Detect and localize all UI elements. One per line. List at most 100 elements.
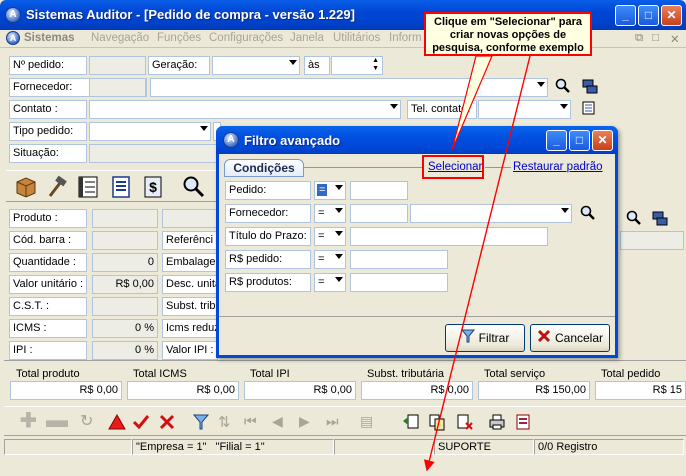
restaurar-padrao-link[interactable]: Restaurar padrão [513,161,603,173]
dollar-document-icon[interactable]: $ [141,175,165,199]
filter-value-valor-pedido[interactable] [350,250,448,269]
geracao-time-spinner[interactable]: ▲ ▼ [331,56,383,75]
valor-unitario-field[interactable]: R$ 0,00 [92,275,158,294]
last-record-icon[interactable]: ⏭ [326,413,344,431]
warning-up-icon[interactable] [108,413,126,431]
referencia-label: Referênci [162,231,218,250]
filter-fornecedor-search-icon[interactable] [580,205,596,224]
mdi-maximize-icon[interactable]: □ [652,32,659,44]
previous-record-icon[interactable]: ◀ [272,413,290,431]
copy-icon[interactable] [428,413,446,431]
filtro-avancado-dialog: A Filtro avançado _ □ ✕ Condições Seleci… [216,126,618,358]
quantidade-field[interactable]: 0 [92,253,158,272]
fornecedor-list-icon[interactable] [582,79,598,98]
cod-barra-field[interactable] [92,231,158,250]
dialog-maximize-button[interactable]: □ [569,130,590,151]
situacao-label: Situação: [9,144,87,163]
filter-operator-titulo-prazo-value: = [318,230,325,242]
filtrar-funnel-icon [460,326,475,352]
desc-unitario-label: Desc. unitá [162,275,218,294]
add-icon[interactable]: ✚ [20,411,38,431]
mdi-close-icon[interactable]: ✕ [670,32,680,46]
hammer-icon[interactable] [44,175,68,199]
situacao-field [89,144,217,163]
menu-janela[interactable]: Janela [290,32,324,44]
filter-operator-valor-pedido[interactable]: = [314,250,346,269]
filter-value-fornecedor-code[interactable] [350,204,408,223]
filter-operator-pedido[interactable]: = [314,181,346,200]
icms-label: ICMS : [9,319,87,338]
filter-value-valor-produtos[interactable] [350,273,448,292]
filter-value-pedido[interactable] [350,181,408,200]
dialog-close-button[interactable]: ✕ [592,130,613,151]
fornecedor-code-field[interactable] [89,78,146,97]
disabled-action-icon[interactable]: ▤ [360,413,378,431]
subst-trib-label: Subst. tribu [162,297,218,316]
remove-icon[interactable]: ▬ [46,409,68,431]
icms-field[interactable]: 0 % [92,319,158,338]
menu-funcoes[interactable]: Funções [157,32,201,44]
tab-condicoes[interactable]: Condições [224,159,304,177]
print-icon[interactable] [488,413,506,431]
filter-operator-pedido-value: = [317,184,328,196]
mdi-restore-icon[interactable]: ⧉ [635,32,643,45]
filtrar-button[interactable]: Filtrar [445,324,525,352]
dialog-title-bar: A Filtro avançado _ □ ✕ [216,126,618,154]
geracao-date-picker[interactable] [212,56,300,75]
produto-field[interactable] [92,209,158,228]
status-bar: "Empresa = 1" "Filial = 1" SUPORTE 0/0 R… [0,438,686,456]
package-icon[interactable] [14,175,38,199]
spinner-arrows-icon[interactable]: ▲ ▼ [372,57,379,73]
tipo-pedido-combo[interactable] [89,122,211,141]
filter-operator-valor-produtos[interactable]: = [314,273,346,292]
menu-navegacao[interactable]: Navegação [91,32,149,44]
filtrar-label: Filtrar [478,331,510,345]
cancelar-x-icon [537,326,551,352]
refresh-icon[interactable]: ↻ [80,413,98,431]
confirm-icon[interactable] [132,413,150,431]
next-record-icon[interactable]: ▶ [299,413,317,431]
delete-document-icon[interactable] [456,413,474,431]
callout-line-2: criar novas opções de [449,29,567,41]
fornecedor-combo[interactable] [150,78,548,97]
cancel-icon[interactable] [158,413,176,431]
produto-desc-field [162,209,218,228]
cancelar-button[interactable]: Cancelar [530,324,610,352]
dialog-minimize-button[interactable]: _ [546,130,567,151]
filter-value-fornecedor-name[interactable] [410,204,572,223]
fornecedor-search-icon[interactable] [555,78,571,97]
first-record-icon[interactable]: ⏮ [244,413,262,431]
film-list-icon[interactable] [76,175,100,199]
filter-operator-valor-produtos-value: = [318,276,325,288]
filter-icon[interactable] [192,413,210,431]
valor-ipi-label: Valor IPI : [162,341,218,360]
minimize-button[interactable]: _ [615,5,636,26]
ipi-label: IPI : [9,341,87,360]
document-list-icon[interactable] [109,175,133,199]
item-list-icon[interactable] [652,211,668,230]
item-side-field [620,231,684,250]
tel-contato-combo[interactable] [478,100,571,119]
maximize-button[interactable]: □ [638,5,659,26]
menu-configuracoes[interactable]: Configurações [209,32,283,44]
filter-value-titulo-prazo[interactable] [350,227,548,246]
phone-book-icon[interactable] [581,100,597,119]
menu-utilitarios[interactable]: Utilitários [333,32,380,44]
ipi-field[interactable]: 0 % [92,341,158,360]
filter-operator-fornecedor[interactable]: = [314,204,346,223]
zoom-search-icon[interactable] [182,175,206,199]
produto-label: Produto : [9,209,87,228]
item-search-icon[interactable] [626,210,642,229]
pedido-field[interactable] [89,56,146,75]
filter-operator-titulo-prazo[interactable]: = [314,227,346,246]
menu-sistemas[interactable]: Sistemas [24,32,75,44]
close-button[interactable]: ✕ [661,5,682,26]
report-icon[interactable] [514,413,532,431]
cst-field[interactable] [92,297,158,316]
export-icon[interactable] [402,413,420,431]
cod-barra-label: Cód. barra : [9,231,87,250]
contato-combo[interactable] [89,100,401,119]
status-empresa-filial: "Empresa = 1" "Filial = 1" [132,439,334,455]
sort-icon[interactable]: ⇅ [218,413,236,431]
menu-inform[interactable]: Inform [389,32,422,44]
